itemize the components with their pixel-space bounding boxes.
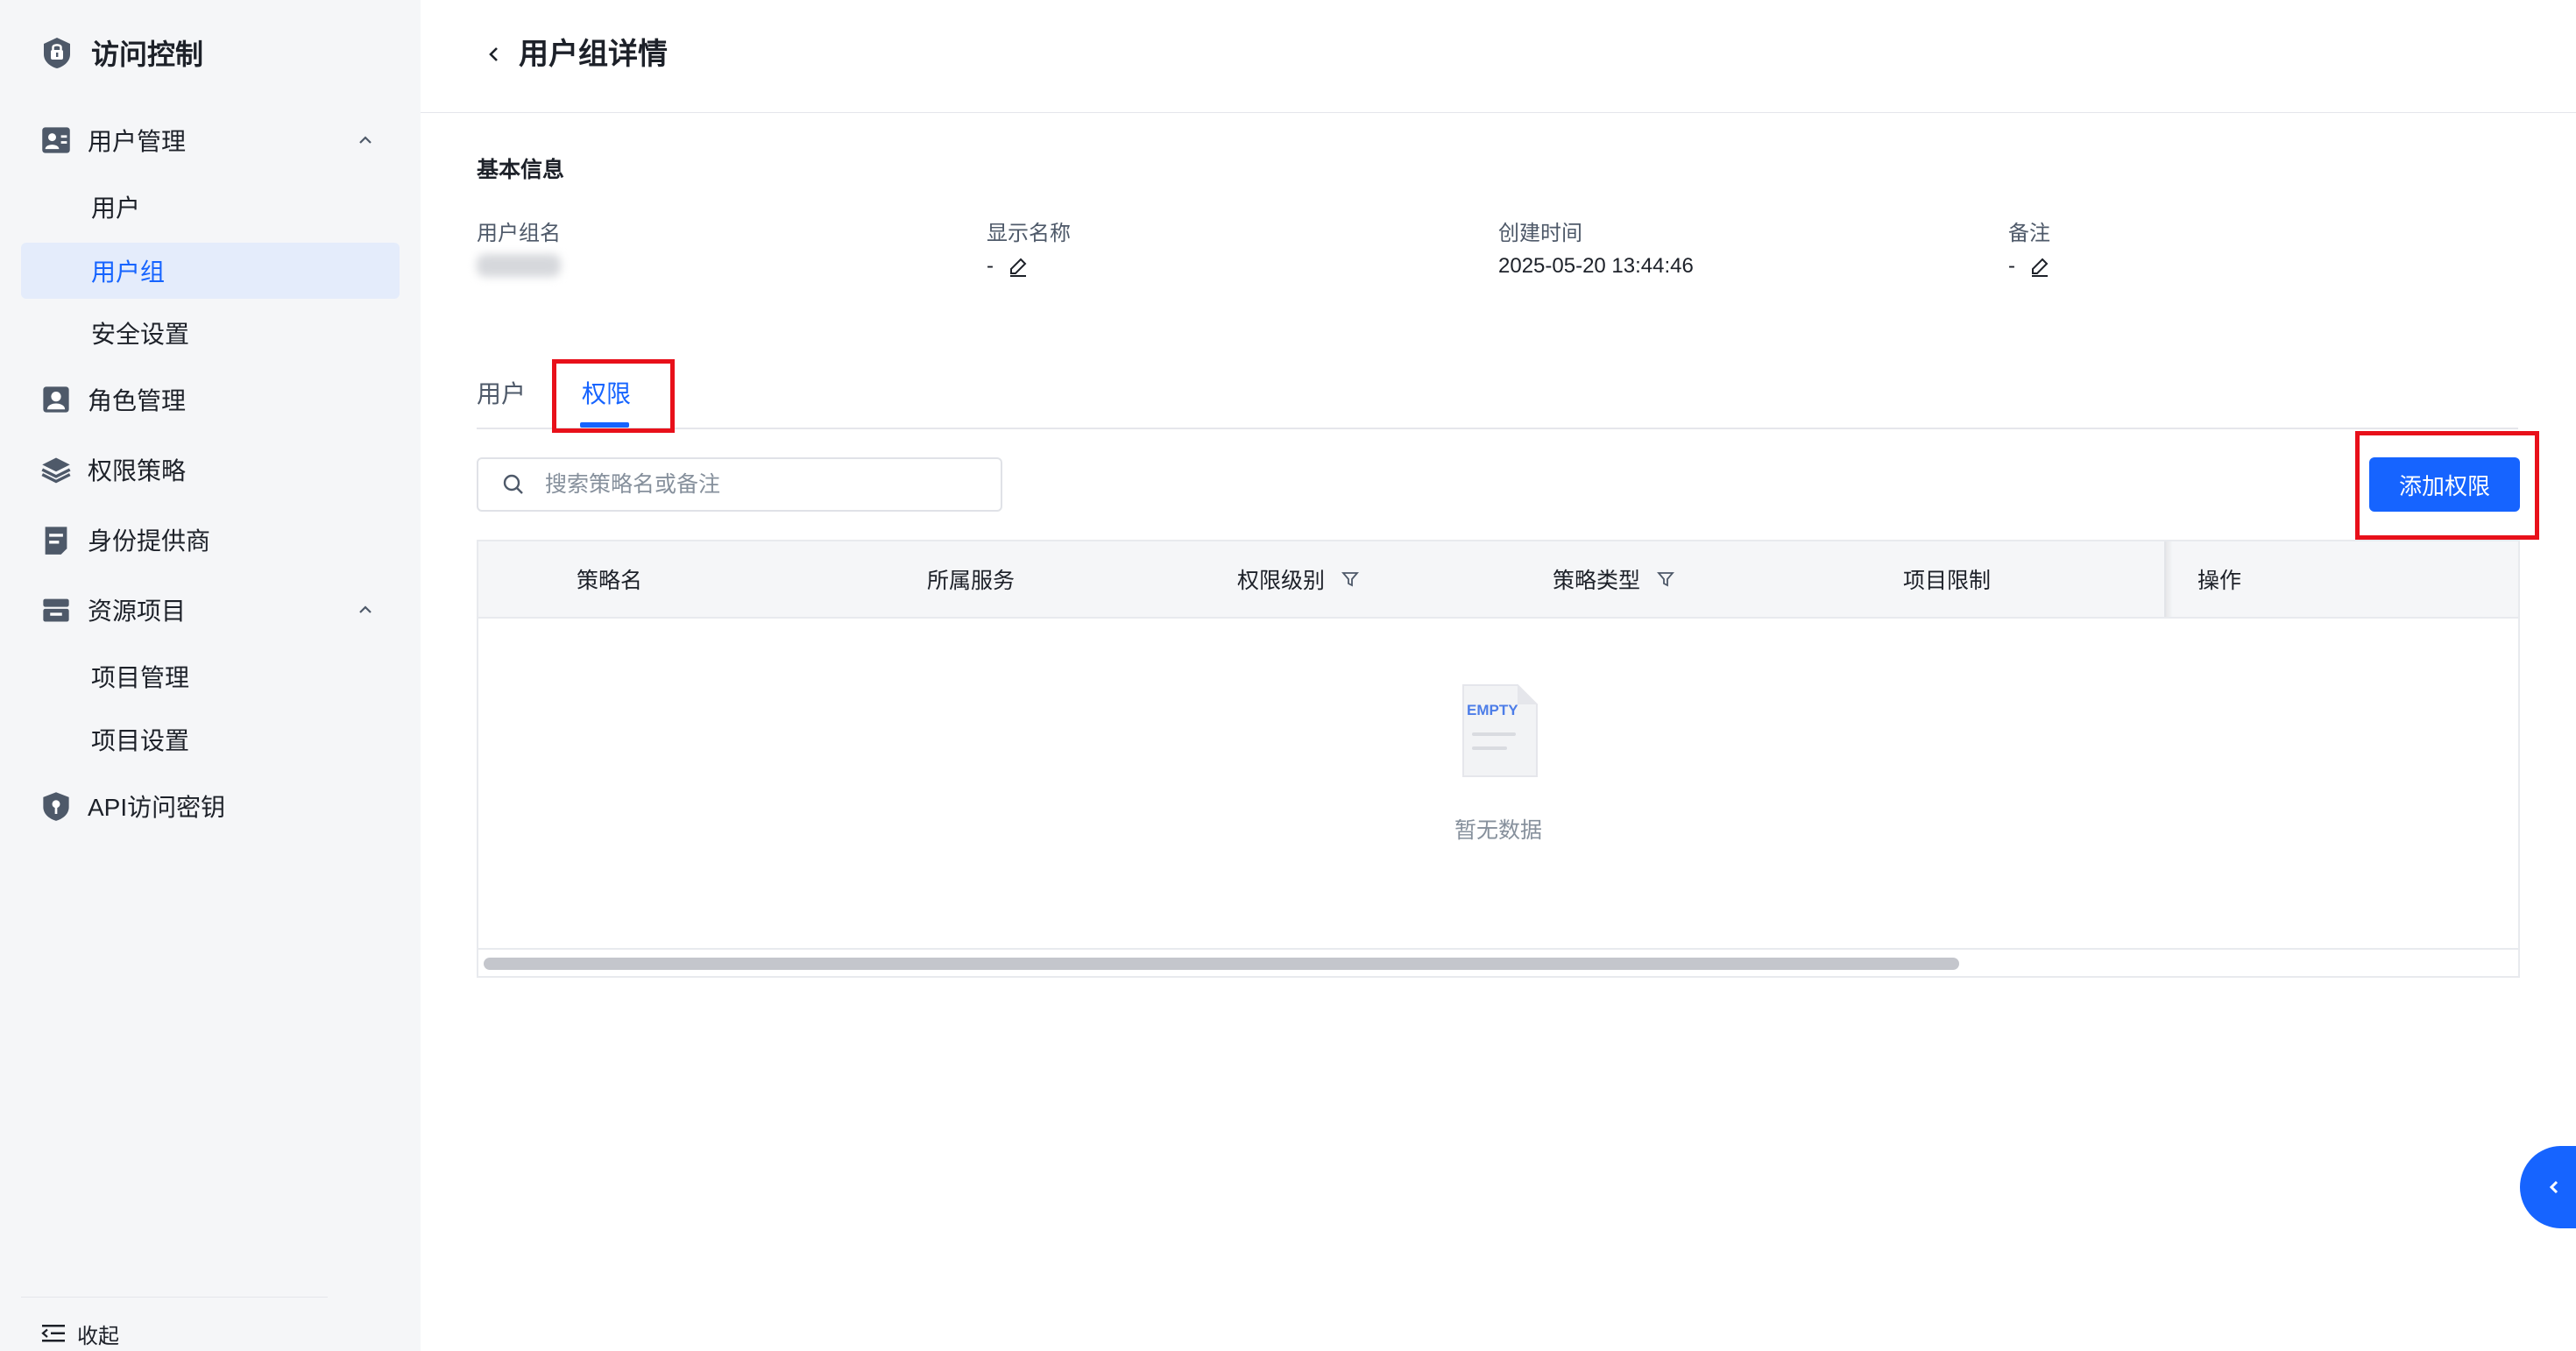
user-management-icon xyxy=(42,127,70,153)
sidebar-group-permission-policies[interactable]: 权限策略 xyxy=(0,438,421,501)
search-input[interactable] xyxy=(543,470,967,499)
sidebar-item-label: 用户组 xyxy=(91,258,166,286)
remark-value: - xyxy=(2008,254,2015,278)
search-box[interactable] xyxy=(477,457,1002,512)
floating-expand-button[interactable] xyxy=(2520,1146,2576,1228)
column-header-actions: 操作 xyxy=(2197,541,2241,617)
created-time-value: 2025-05-20 13:44:46 xyxy=(1498,254,1694,278)
tab-users[interactable]: 用户 xyxy=(477,375,526,410)
sidebar-brand: 访问控制 xyxy=(40,33,203,72)
highlight-box-permissions-tab xyxy=(552,359,675,433)
empty-text: 暂无数据 xyxy=(1454,818,1542,843)
search-icon xyxy=(503,474,523,494)
sidebar-collapse-button[interactable]: 收起 xyxy=(40,1316,119,1351)
empty-image-label: EMPTY xyxy=(1467,702,1518,718)
sidebar-item-label: 安全设置 xyxy=(91,321,190,348)
sidebar-group-label: 用户管理 xyxy=(88,128,187,155)
access-control-icon xyxy=(44,38,70,68)
identity-provider-icon xyxy=(45,527,67,555)
empty-state: EMPTY 暂无数据 xyxy=(478,682,2518,845)
chevron-left-icon xyxy=(2549,1180,2558,1194)
filter-icon[interactable] xyxy=(1656,569,1675,589)
table-header: 策略名 所属服务 权限级别 策略类型 项目限制 操作 xyxy=(478,541,2518,619)
column-header-project-limit: 项目限制 xyxy=(1903,541,1991,617)
info-label-created-time: 创建时间 xyxy=(1498,222,1582,245)
info-label-display-name: 显示名称 xyxy=(987,222,1071,245)
sidebar-group-role-management[interactable]: 角色管理 xyxy=(0,368,421,431)
column-label: 策略类型 xyxy=(1553,569,1641,593)
chevron-up-icon[interactable] xyxy=(356,600,375,619)
column-label: 权限级别 xyxy=(1237,569,1326,593)
page-title: 用户组详情 xyxy=(519,38,668,71)
collapse-menu-icon xyxy=(41,1325,65,1342)
info-value-created-time: 2025-05-20 13:44:46 xyxy=(1498,254,1694,279)
sidebar-item-security-settings[interactable]: 安全设置 xyxy=(21,305,400,361)
shield-key-icon xyxy=(43,792,69,821)
info-label-remark: 备注 xyxy=(2008,222,2050,245)
column-label: 项目限制 xyxy=(1903,569,1992,593)
sidebar-group-label: API访问密钥 xyxy=(88,794,226,821)
sidebar-item-label: 项目设置 xyxy=(91,727,190,754)
tabs-divider xyxy=(477,428,2518,429)
filter-icon[interactable] xyxy=(1341,569,1360,589)
scrollbar-thumb[interactable] xyxy=(484,958,1959,970)
sidebar-item-label: 用户 xyxy=(91,195,141,222)
sidebar-group-user-management[interactable]: 用户管理 xyxy=(0,109,421,172)
highlight-box-add-button xyxy=(2355,431,2539,540)
sidebar-item-label: 项目管理 xyxy=(91,664,190,691)
chevron-left-icon[interactable] xyxy=(484,44,505,65)
column-label: 所属服务 xyxy=(927,569,1016,593)
edit-icon[interactable] xyxy=(1008,256,1029,277)
layers-icon xyxy=(41,457,71,484)
sidebar-group-label: 权限策略 xyxy=(88,457,187,485)
column-header-permission-level: 权限级别 xyxy=(1237,541,1360,617)
sidebar-group-label: 资源项目 xyxy=(88,598,187,625)
sidebar-title: 访问控制 xyxy=(91,39,204,70)
sidebar-group-label: 身份提供商 xyxy=(88,527,211,555)
column-label: 操作 xyxy=(2197,569,2242,593)
fixed-column-shadow xyxy=(2166,541,2173,617)
sidebar: 访问控制 用户管理 用户 用户组 安全设置 角色管理 权限策略 身份提供商 资源… xyxy=(0,0,421,1351)
info-value-group-name xyxy=(477,254,561,277)
column-header-policy-type: 策略类型 xyxy=(1553,541,1675,617)
sidebar-group-resource-projects[interactable]: 资源项目 xyxy=(0,578,421,641)
edit-icon[interactable] xyxy=(2029,256,2050,277)
sidebar-group-api-keys[interactable]: API访问密钥 xyxy=(0,775,421,838)
sidebar-group-identity-providers[interactable]: 身份提供商 xyxy=(0,508,421,571)
column-header-policy-name: 策略名 xyxy=(577,541,642,617)
permissions-table: 策略名 所属服务 权限级别 策略类型 项目限制 操作 EMPTY 暂无数据 xyxy=(477,540,2520,978)
info-label-group-name: 用户组名 xyxy=(477,222,561,245)
sidebar-group-label: 角色管理 xyxy=(88,387,187,414)
sidebar-item-project-settings[interactable]: 项目设置 xyxy=(21,711,400,767)
resource-project-icon xyxy=(43,598,69,622)
display-name-value: - xyxy=(987,254,994,278)
role-icon xyxy=(43,386,69,413)
sidebar-divider xyxy=(21,1297,328,1298)
info-value-remark: - xyxy=(2008,254,2050,279)
sidebar-item-project-management[interactable]: 项目管理 xyxy=(21,648,400,704)
column-label: 策略名 xyxy=(577,569,643,593)
collapse-label: 收起 xyxy=(77,1324,119,1348)
sidebar-item-user-groups[interactable]: 用户组 xyxy=(21,243,400,299)
chevron-up-icon[interactable] xyxy=(356,131,375,150)
column-header-service: 所属服务 xyxy=(927,541,1015,617)
basic-info-title: 基本信息 xyxy=(477,158,565,182)
horizontal-scrollbar[interactable] xyxy=(478,948,2518,976)
empty-document-icon: EMPTY xyxy=(1462,684,1538,777)
page-header: 用户组详情 xyxy=(421,0,2576,113)
info-value-display-name: - xyxy=(987,254,1029,279)
sidebar-item-users[interactable]: 用户 xyxy=(21,179,400,235)
blurred-group-name xyxy=(477,254,561,277)
